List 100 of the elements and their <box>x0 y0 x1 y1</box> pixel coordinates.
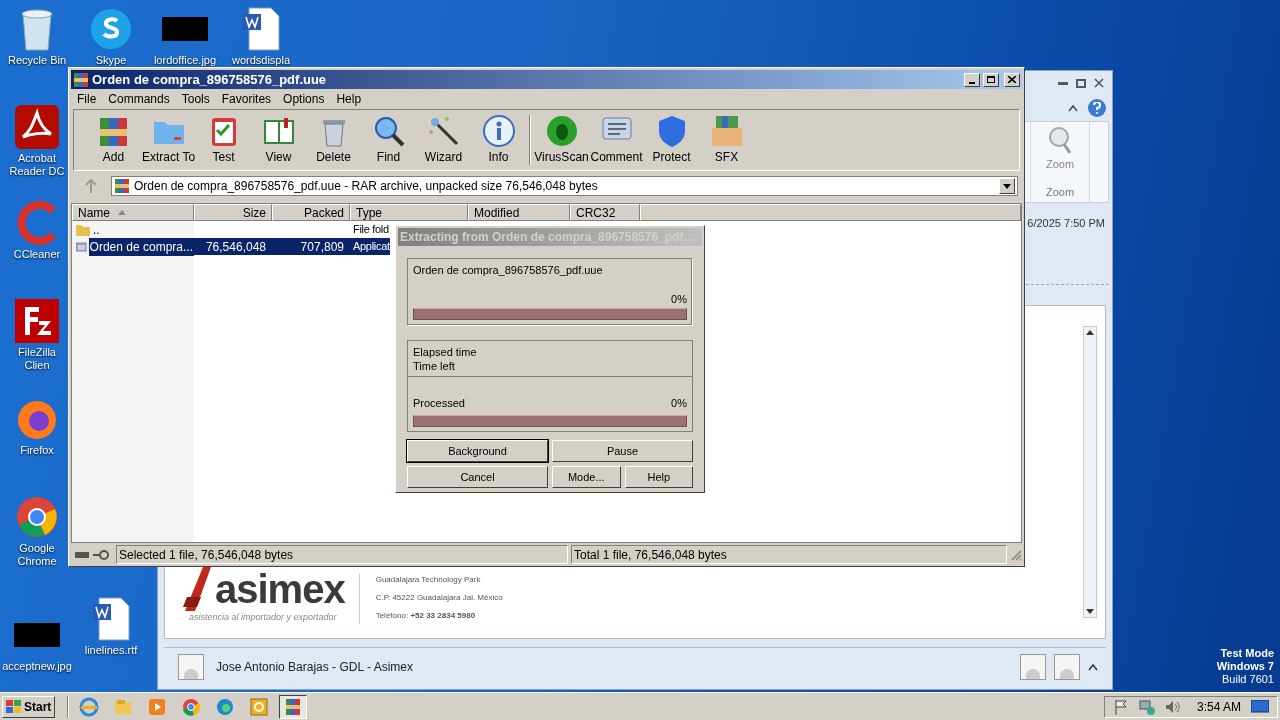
menu-item[interactable]: Favorites <box>221 90 272 108</box>
toolbar-button[interactable]: SFX <box>699 114 754 166</box>
file-type: Applicat <box>353 239 390 255</box>
logo-tagline: asistencia al importador y exportador <box>188 610 338 624</box>
desktop-icon-label[interactable]: Firefox <box>20 444 54 457</box>
bug-icon <box>544 114 579 148</box>
toolbar-button[interactable]: View <box>251 114 306 166</box>
desktop-icon-label[interactable]: acceptnew.jpg <box>2 660 72 673</box>
column-header[interactable]: Name <box>72 204 194 221</box>
help-icon[interactable] <box>1088 99 1106 117</box>
browser-icon <box>215 696 236 717</box>
toolbar-button[interactable]: Extract To <box>141 114 196 166</box>
desktop-icon-label[interactable]: Recycle Bin <box>7 54 67 67</box>
taskbar-app-button[interactable] <box>279 694 308 719</box>
address-field[interactable]: Orden de compra_896758576_pdf.uue - RAR archive, unpacked size 76,546,048 bytes <box>111 176 1018 196</box>
company-logo: asimex <box>215 568 345 609</box>
column-header[interactable]: Packed <box>272 204 350 221</box>
desktop-icon-label[interactable]: Skype <box>95 54 127 67</box>
app-icon <box>15 105 59 149</box>
maximize-icon[interactable] <box>1076 78 1086 88</box>
file-name[interactable]: Orden de compra... <box>88 237 194 256</box>
file-icon <box>76 240 87 253</box>
close-icon[interactable] <box>1094 78 1104 88</box>
desktop-icon-label[interactable]: CCleaner <box>13 248 61 261</box>
column-header[interactable]: CRC32 <box>570 204 640 221</box>
file-name: Orden de compra_896758576_pdf.uue <box>413 263 604 278</box>
dialog-button[interactable]: Help <box>624 466 693 488</box>
desktop-icon-label[interactable]: lordoffice.jpg <box>153 54 217 67</box>
menu-item[interactable]: Tools <box>181 90 210 108</box>
dialog-button[interactable]: Background <box>407 440 548 462</box>
desktop-icon-label[interactable]: Google Chrome <box>7 542 67 568</box>
toolbar-button[interactable]: Info <box>471 114 526 166</box>
caret-icon <box>1003 183 1011 189</box>
menu-item[interactable]: Help <box>336 90 362 108</box>
toolbar-button[interactable]: VirusScan <box>534 114 589 166</box>
file-name[interactable]: .. <box>92 220 101 239</box>
ribbon-group-label: Zoom <box>1045 184 1075 200</box>
minimize-button[interactable] <box>964 72 980 87</box>
time-left-label: Time left <box>413 359 456 373</box>
image-thumbnail-icon <box>14 623 60 647</box>
status-text: Total 1 file, 76,546,048 bytes <box>571 545 1007 564</box>
toolbar-button[interactable]: Comment <box>589 114 644 166</box>
dropdown-button[interactable] <box>999 178 1015 194</box>
status-text: Selected 1 file, 76,546,048 bytes <box>116 545 568 564</box>
desktop-icon-label[interactable]: wordsdispla <box>231 54 291 67</box>
file-type: File fold <box>353 222 389 238</box>
info-icon <box>481 114 516 148</box>
image-thumbnail-icon <box>162 17 208 41</box>
globe-icon <box>79 696 100 717</box>
archive-icon <box>114 178 130 194</box>
toolbar-button[interactable]: Protect <box>644 114 699 166</box>
scroll-down-icon[interactable] <box>1086 609 1094 615</box>
toolbar-button[interactable]: Add <box>86 114 141 166</box>
minimize-icon[interactable] <box>1058 81 1068 85</box>
caret-icon[interactable] <box>1088 662 1098 671</box>
dialog-button[interactable]: Pause <box>552 440 693 462</box>
key-icon <box>93 549 109 560</box>
network-icon[interactable] <box>1138 698 1155 715</box>
packed-size: 707,809 <box>300 238 344 256</box>
flag-icon[interactable] <box>1112 698 1129 715</box>
column-header[interactable]: Type <box>350 204 468 221</box>
close-button[interactable] <box>1004 72 1020 87</box>
desktop-icon-label[interactable]: Acrobat Reader DC <box>7 152 67 178</box>
resize-grip-icon[interactable] <box>1010 548 1022 561</box>
percent-label: 0% <box>671 396 687 411</box>
app-icon <box>89 7 133 51</box>
dialog-button[interactable]: Mode... <box>552 466 621 488</box>
collapse-ribbon-icon[interactable] <box>1068 104 1078 112</box>
avatar-icon <box>178 653 204 680</box>
file-size: 76,546,048 <box>205 238 266 256</box>
toolbar-button[interactable]: Find <box>361 114 416 166</box>
app-icon <box>15 299 59 343</box>
start-button[interactable]: Start <box>2 695 56 718</box>
app-icon <box>15 495 59 539</box>
menu-item[interactable]: Commands <box>108 90 170 108</box>
signature-line: C.P. 45222 Guadalajara Jal. México <box>375 592 503 604</box>
toolbar-button[interactable]: Delete <box>306 114 361 166</box>
signature-line: Teléfono: +52 33 2834 5980 <box>375 610 477 622</box>
maximize-button[interactable] <box>983 72 999 87</box>
browser-icon <box>181 696 202 717</box>
build-number-text: Build 7601 <box>1222 673 1274 686</box>
drive-icon <box>75 550 89 559</box>
scroll-up-icon[interactable] <box>1086 329 1094 335</box>
box-icon <box>709 114 744 148</box>
zoom-button[interactable]: Zoom <box>1045 122 1075 173</box>
menu-item[interactable]: Options <box>283 90 325 108</box>
dialog-button[interactable]: Cancel <box>407 466 548 488</box>
column-header[interactable]: Size <box>194 204 272 221</box>
test-mode-text: Test Mode <box>1220 647 1274 660</box>
desktop-icon-label[interactable]: FileZilla Clien <box>7 346 67 372</box>
mail-icon <box>249 696 270 717</box>
show-desktop-icon[interactable] <box>1251 699 1269 714</box>
column-header[interactable]: Modified <box>468 204 570 221</box>
toolbar-button[interactable]: Test <box>196 114 251 166</box>
signature-line: Guadalajara Technology Park <box>375 574 482 586</box>
menu-item[interactable]: File <box>77 90 97 108</box>
wand-icon <box>426 114 461 148</box>
toolbar-button[interactable]: Wizard <box>416 114 471 166</box>
os-version-text: Windows 7 <box>1216 660 1274 673</box>
desktop-icon-label[interactable]: linelines.rtf <box>84 644 138 657</box>
